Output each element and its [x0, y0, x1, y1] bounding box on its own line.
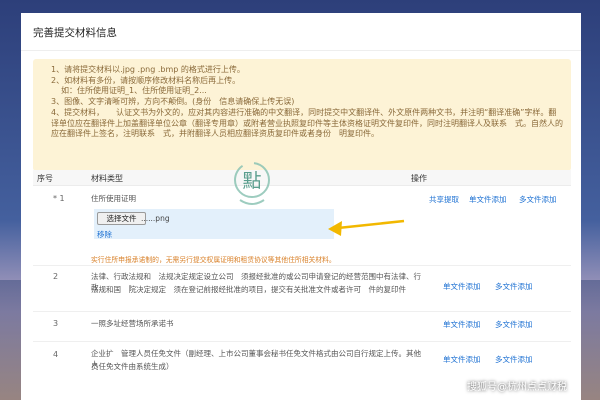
arrow-pointer-icon	[328, 219, 405, 236]
single-file-add-button[interactable]: 单文件添加	[443, 354, 481, 365]
notice-line-1: 1、请将提交材料以.jpg .png .bmp 的格式进行上传。	[51, 65, 245, 74]
header-material-type: 材料类型	[91, 174, 123, 183]
notice-line-2: 2、如材料有多份，请按顺序修改材料名称后再上传。	[51, 75, 241, 85]
material-name-line-2: 法规和国 院决定规定 须在登记前报经批准的项目，提交有关批准文件或者许可 件的复…	[91, 285, 406, 294]
notice-line-3: 如：住所使用证明_1、住所使用证明_2...	[61, 86, 207, 96]
table-row: 4 企业扩 管理人员任免文件（副经理、上市公司董事会秘书任免文件格式由公司自行规…	[33, 342, 571, 382]
table-row: 3 一照多址经营场所承诺书 单文件添加 多文件添加	[33, 312, 571, 342]
choose-file-button[interactable]: 选择文件	[97, 212, 146, 225]
address-notice-text: 实行住所申报承诺制的，无需另行提交权属证明和租赁协议等其他住所相关材料。	[91, 256, 336, 264]
material-name-line-2: 员任免文件由系统生成）	[91, 362, 174, 371]
row-number: * 1	[53, 194, 65, 203]
multi-file-add-button[interactable]: 多文件添加	[495, 319, 533, 330]
material-name: 一照多址经营场所承诺书	[91, 319, 174, 328]
row-number: 4	[53, 350, 59, 359]
multi-file-add-button[interactable]: 多文件添加	[519, 194, 557, 205]
notice-line-5: 4、提交材料， 认证文书为外文的，应对其内容进行准确的中文翻译，同时提交中文翻译…	[51, 107, 563, 139]
upload-instructions-notice: 1、请将提交材料以.jpg .png .bmp 的格式进行上传。 2、如材料有多…	[33, 59, 571, 171]
table-row: 2 法律、行政法规和 法规决定规定设立公司 须报经批准的或公司申请登记的经营范围…	[33, 266, 571, 312]
selected-file-name: ......png	[141, 214, 170, 223]
share-extract-button[interactable]: 共享提取	[429, 194, 459, 205]
multi-file-add-button[interactable]: 多文件添加	[495, 354, 533, 365]
single-file-add-button[interactable]: 单文件添加	[469, 194, 507, 205]
source-credit-watermark: 搜狐号@杭州点点财税	[467, 382, 567, 393]
header-operations: 操作	[411, 174, 427, 183]
material-name: 住所使用证明	[91, 194, 136, 203]
watermark-char: 點	[242, 170, 261, 192]
title-divider	[21, 50, 581, 51]
watermark-logo-icon: 點	[234, 162, 270, 205]
single-file-add-button[interactable]: 单文件添加	[443, 319, 481, 330]
header-num: 序号	[37, 174, 53, 183]
multi-file-add-button[interactable]: 多文件添加	[495, 281, 533, 292]
table-header: 序号 材料类型 操作	[33, 170, 571, 186]
single-file-add-button[interactable]: 单文件添加	[443, 281, 481, 292]
page-title: 完善提交材料信息	[33, 27, 117, 39]
row-number: 2	[53, 272, 59, 281]
row-number: 3	[53, 319, 59, 328]
notice-line-4: 3、图像、文字清晰可辨，方向不颠倒。(身份 信息请确保上传无误)	[51, 97, 295, 107]
remove-file-link[interactable]: 移除	[97, 229, 112, 240]
